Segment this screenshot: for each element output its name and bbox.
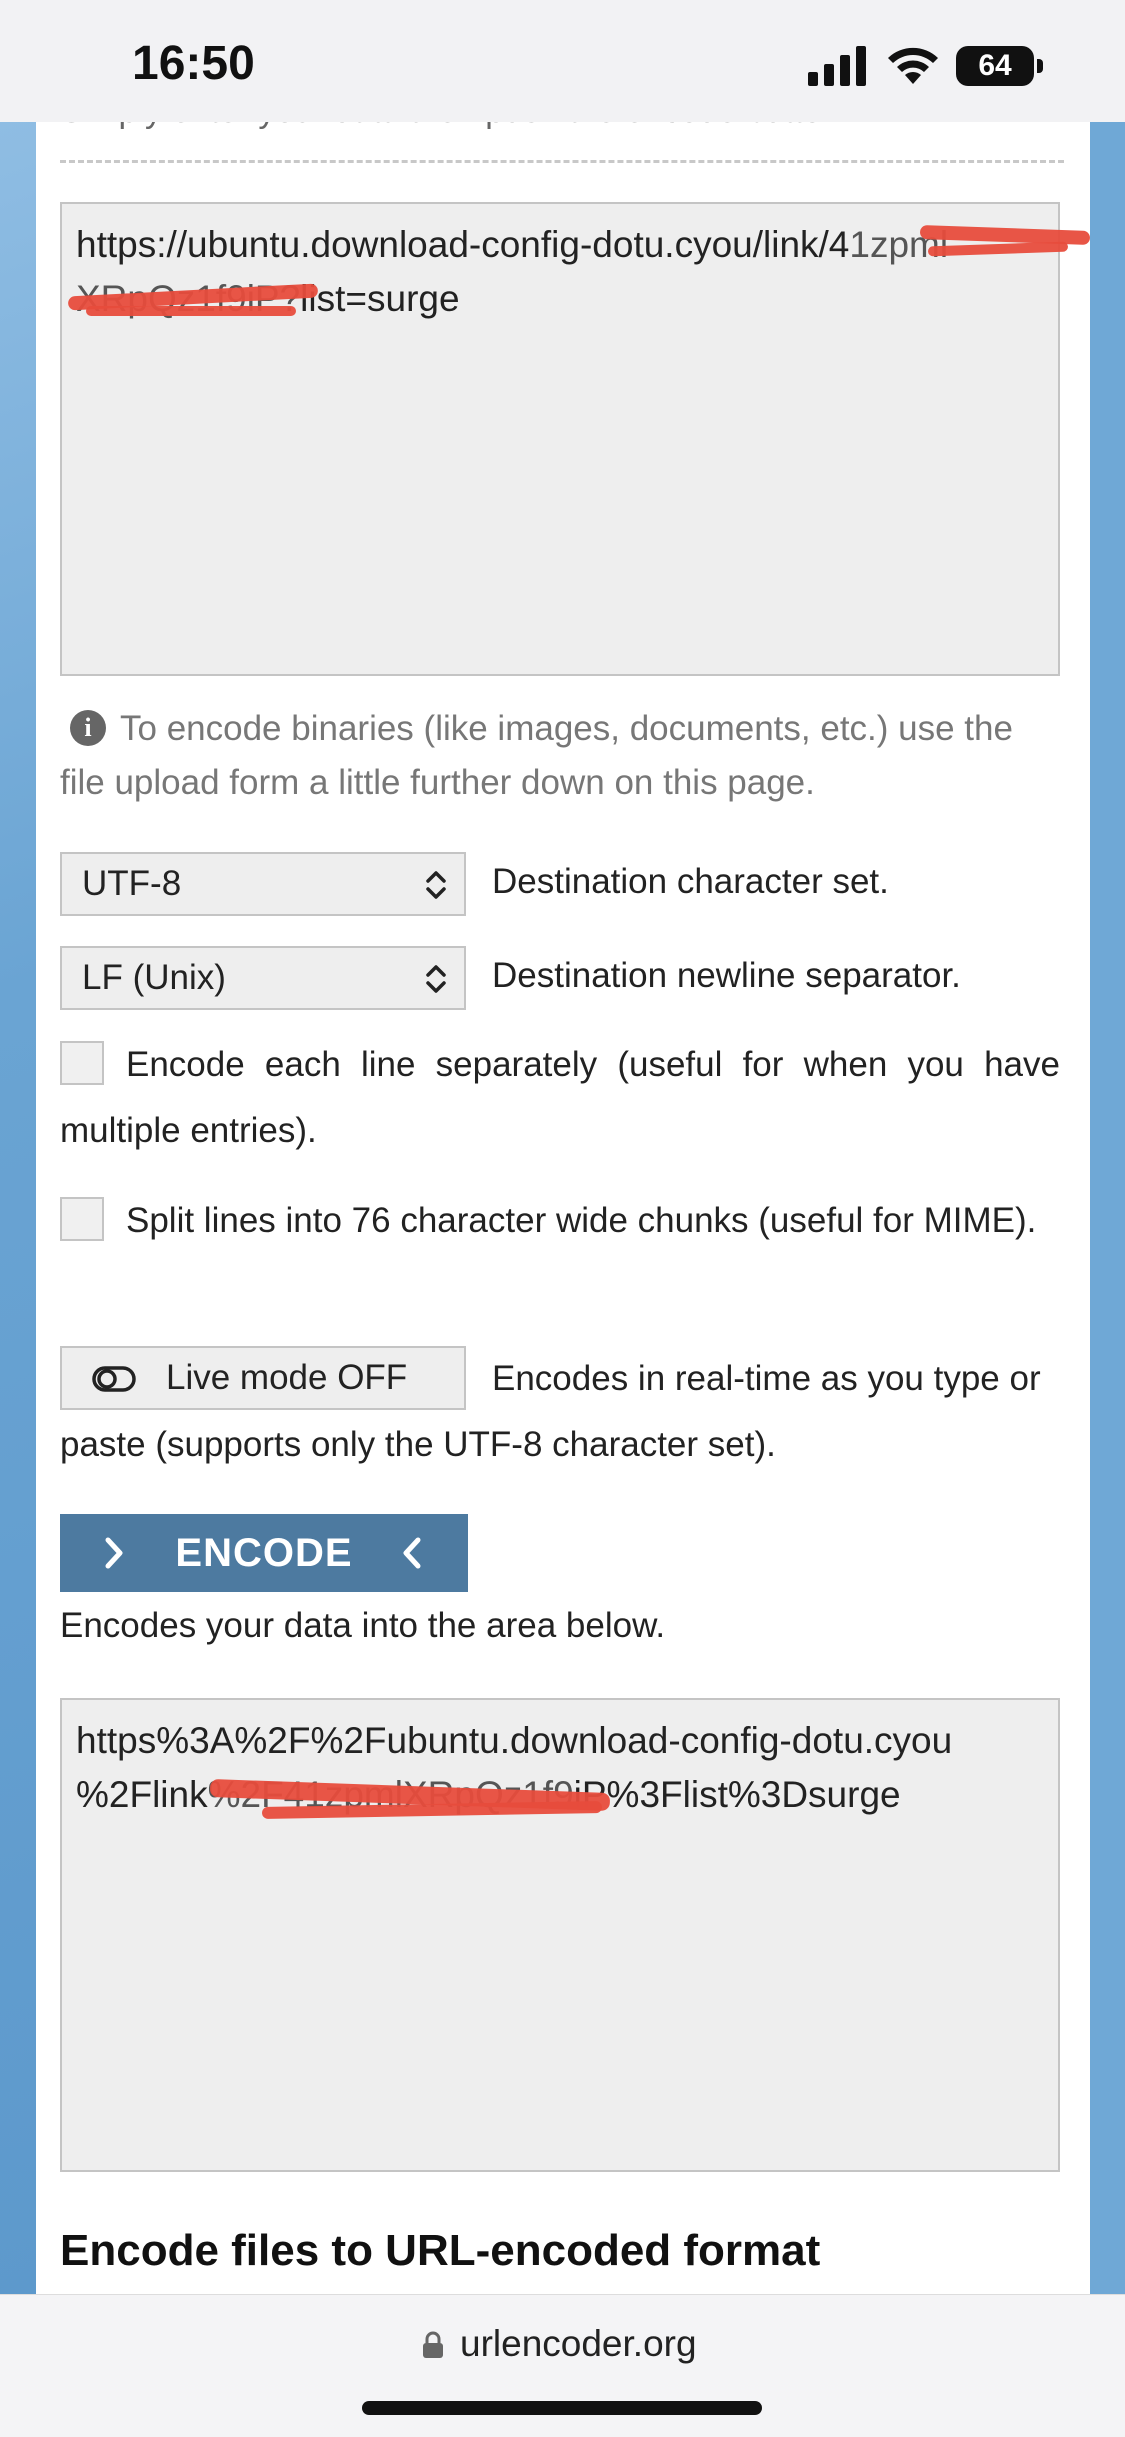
split-lines-checkbox[interactable] bbox=[60, 1196, 104, 1241]
redaction-mark bbox=[86, 306, 296, 316]
page-background-right bbox=[1090, 122, 1125, 2294]
encode-button[interactable]: ENCODE bbox=[60, 1514, 468, 1592]
encode-label: ENCODE bbox=[175, 1531, 353, 1575]
input-text-line2: list=surge bbox=[300, 278, 460, 319]
wifi-icon bbox=[888, 47, 938, 84]
output-textarea[interactable]: https%3A%2F%2Fubuntu.download-config-dot… bbox=[60, 1698, 1060, 2172]
lock-icon bbox=[423, 2331, 443, 2358]
status-bar: 16:50 64 bbox=[0, 0, 1125, 122]
charset-description: Destination character set. bbox=[492, 862, 889, 901]
cellular-signal-icon bbox=[808, 46, 866, 86]
info-icon: i bbox=[70, 709, 106, 746]
option-split-lines[interactable]: Split lines into 76 character wide chunk… bbox=[60, 1188, 1060, 1254]
encode-description: Encodes your data into the area below. bbox=[60, 1606, 666, 1645]
output-text-prefix: %2Flink bbox=[76, 1774, 208, 1815]
each-line-checkbox[interactable] bbox=[60, 1040, 104, 1085]
chevron-right-icon bbox=[105, 1537, 123, 1569]
status-time: 16:50 bbox=[132, 37, 255, 90]
battery-icon: 64 bbox=[956, 46, 1044, 86]
toggle-icon bbox=[92, 1366, 136, 1392]
info-note: i To encode binaries (like images, docume… bbox=[60, 702, 1060, 810]
live-mode-label: Live mode OFF bbox=[166, 1358, 408, 1397]
each-line-label: Encode each line separately (useful for … bbox=[60, 1045, 1060, 1150]
charset-value: UTF-8 bbox=[82, 864, 182, 903]
split-lines-label: Split lines into 76 character wide chunk… bbox=[126, 1201, 1037, 1240]
chevron-left-icon bbox=[403, 1537, 421, 1569]
newline-description: Destination newline separator. bbox=[492, 956, 961, 995]
select-arrows-icon bbox=[426, 871, 446, 899]
output-text-suffix: iP%3Flist%3Dsurge bbox=[573, 1774, 901, 1815]
main-content[interactable]: Simply enter your data then push the enc… bbox=[36, 122, 1090, 2294]
browser-url[interactable]: urlencoder.org bbox=[460, 2323, 697, 2365]
newline-value: LF (Unix) bbox=[82, 958, 226, 997]
battery-level: 64 bbox=[956, 46, 1034, 86]
home-indicator[interactable] bbox=[362, 2401, 762, 2415]
charset-select[interactable]: UTF-8 bbox=[60, 852, 466, 916]
section-heading: Encode files to URL-encoded format bbox=[60, 2226, 821, 2275]
redaction-mark bbox=[927, 241, 1069, 257]
output-text-line1: https%3A%2F%2Fubuntu.download-config-dot… bbox=[76, 1720, 953, 1761]
live-mode-toggle[interactable]: Live mode OFF bbox=[60, 1346, 466, 1410]
browser-url-bar[interactable]: urlencoder.org bbox=[0, 2294, 1125, 2437]
intro-text: Simply enter your data then push the enc… bbox=[60, 122, 850, 131]
page-background bbox=[0, 122, 36, 2294]
option-each-line[interactable]: Encode each line separately (useful for … bbox=[60, 1032, 1060, 1164]
info-text: To encode binaries (like images, documen… bbox=[60, 709, 1013, 802]
select-arrows-icon bbox=[426, 965, 446, 993]
divider bbox=[60, 160, 1064, 163]
input-textarea[interactable]: https://ubuntu.download-config-dotu.cyou… bbox=[60, 202, 1090, 676]
input-text-line1: https://ubuntu.download-config-dotu.cyou… bbox=[76, 224, 850, 265]
newline-select[interactable]: LF (Unix) bbox=[60, 946, 466, 1010]
